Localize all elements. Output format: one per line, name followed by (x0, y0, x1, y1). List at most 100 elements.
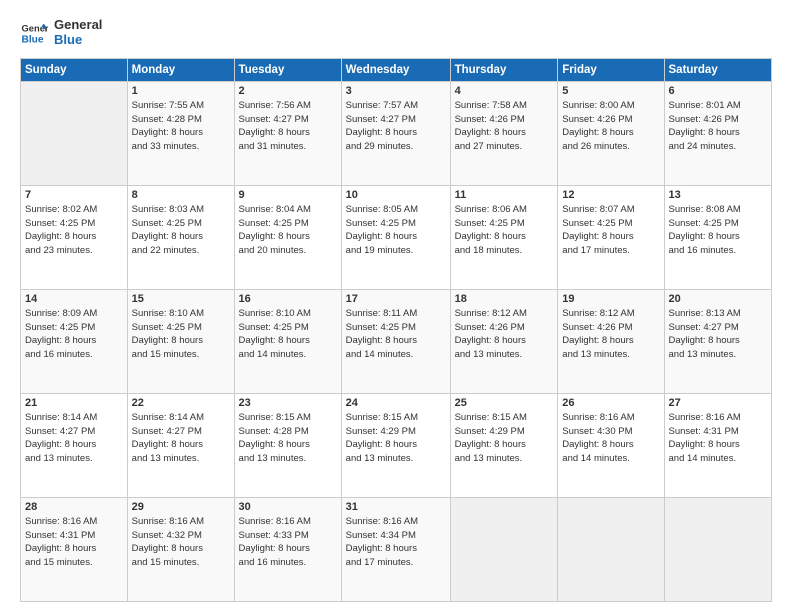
day-number: 31 (346, 501, 446, 513)
weekday-thursday: Thursday (450, 58, 558, 81)
day-number: 26 (562, 397, 659, 409)
day-cell (21, 81, 128, 185)
day-cell: 28Sunrise: 8:16 AM Sunset: 4:31 PM Dayli… (21, 497, 128, 601)
day-cell: 18 Sunrise: 8:12 AM Sunset: 4:26 PM Dayli… (450, 289, 558, 393)
day-info: Sunrise: 8:09 AM Sunset: 4:25 PM Dayligh… (25, 307, 123, 362)
day-number: 3 (346, 85, 446, 97)
day-number: 21 (25, 397, 123, 409)
day-cell: 30 Sunrise: 8:16 AM Sunset: 4:33 PM Dayli… (234, 497, 341, 601)
day-info: Sunrise: 7:58 AM Sunset: 4:26 PM Dayligh… (455, 99, 554, 154)
day-info: Sunrise: 8:06 AM Sunset: 4:25 PM Dayligh… (455, 203, 554, 258)
day-info: Sunrise: 8:12 AM Sunset: 4:26 PM Dayligh… (455, 307, 554, 362)
svg-text:Blue: Blue (22, 34, 44, 45)
day-cell: 15Sunrise: 8:10 AM Sunset: 4:25 PM Dayli… (127, 289, 234, 393)
day-cell: 3 Sunrise: 7:57 AM Sunset: 4:27 PM Daylig… (341, 81, 450, 185)
day-info: Sunrise: 8:10 AM Sunset: 4:25 PM Dayligh… (239, 307, 337, 362)
day-cell: 11 Sunrise: 8:06 AM Sunset: 4:25 PM Dayli… (450, 185, 558, 289)
day-cell: 20Sunrise: 8:13 AM Sunset: 4:27 PM Dayli… (664, 289, 772, 393)
day-info: Sunrise: 8:14 AM Sunset: 4:27 PM Dayligh… (132, 411, 230, 466)
week-row-4: 21 Sunrise: 8:14 AM Sunset: 4:27 PM Dayli… (21, 393, 772, 497)
logo-blue: Blue (54, 33, 102, 48)
day-number: 17 (346, 293, 446, 305)
day-number: 22 (132, 397, 230, 409)
day-cell: 29 Sunrise: 8:16 AM Sunset: 4:32 PM Dayli… (127, 497, 234, 601)
weekday-header: SundayMondayTuesdayWednesdayThursdayFrid… (21, 58, 772, 81)
day-number: 27 (669, 397, 768, 409)
day-info: Sunrise: 7:55 AM Sunset: 4:28 PM Dayligh… (132, 99, 230, 154)
day-number: 1 (132, 85, 230, 97)
day-number: 25 (455, 397, 554, 409)
day-number: 9 (239, 189, 337, 201)
weekday-friday: Friday (558, 58, 664, 81)
day-cell: 23Sunrise: 8:15 AM Sunset: 4:28 PM Dayli… (234, 393, 341, 497)
day-info: Sunrise: 8:00 AM Sunset: 4:26 PM Dayligh… (562, 99, 659, 154)
day-info: Sunrise: 8:16 AM Sunset: 4:34 PM Dayligh… (346, 515, 446, 570)
week-row-3: 14Sunrise: 8:09 AM Sunset: 4:25 PM Dayli… (21, 289, 772, 393)
day-cell: 26 Sunrise: 8:16 AM Sunset: 4:30 PM Dayli… (558, 393, 664, 497)
day-info: Sunrise: 8:16 AM Sunset: 4:30 PM Dayligh… (562, 411, 659, 466)
logo-general: General (54, 18, 102, 33)
day-number: 24 (346, 397, 446, 409)
day-info: Sunrise: 8:03 AM Sunset: 4:25 PM Dayligh… (132, 203, 230, 258)
week-row-2: 7 Sunrise: 8:02 AM Sunset: 4:25 PM Daylig… (21, 185, 772, 289)
day-info: Sunrise: 8:10 AM Sunset: 4:25 PM Dayligh… (132, 307, 230, 362)
week-row-5: 28Sunrise: 8:16 AM Sunset: 4:31 PM Dayli… (21, 497, 772, 601)
day-info: Sunrise: 8:15 AM Sunset: 4:29 PM Dayligh… (455, 411, 554, 466)
day-info: Sunrise: 7:57 AM Sunset: 4:27 PM Dayligh… (346, 99, 446, 154)
day-info: Sunrise: 8:13 AM Sunset: 4:27 PM Dayligh… (669, 307, 768, 362)
day-cell: 25 Sunrise: 8:15 AM Sunset: 4:29 PM Dayli… (450, 393, 558, 497)
day-cell (450, 497, 558, 601)
day-cell (664, 497, 772, 601)
day-info: Sunrise: 8:14 AM Sunset: 4:27 PM Dayligh… (25, 411, 123, 466)
day-number: 29 (132, 501, 230, 513)
day-number: 28 (25, 501, 123, 513)
day-number: 19 (562, 293, 659, 305)
day-number: 13 (669, 189, 768, 201)
day-number: 2 (239, 85, 337, 97)
calendar-body: 1 Sunrise: 7:55 AM Sunset: 4:28 PM Daylig… (21, 81, 772, 601)
weekday-wednesday: Wednesday (341, 58, 450, 81)
day-info: Sunrise: 8:16 AM Sunset: 4:33 PM Dayligh… (239, 515, 337, 570)
day-cell: 2 Sunrise: 7:56 AM Sunset: 4:27 PM Daylig… (234, 81, 341, 185)
day-info: Sunrise: 8:12 AM Sunset: 4:26 PM Dayligh… (562, 307, 659, 362)
day-info: Sunrise: 8:16 AM Sunset: 4:31 PM Dayligh… (669, 411, 768, 466)
day-info: Sunrise: 7:56 AM Sunset: 4:27 PM Dayligh… (239, 99, 337, 154)
day-info: Sunrise: 8:04 AM Sunset: 4:25 PM Dayligh… (239, 203, 337, 258)
day-cell: 19 Sunrise: 8:12 AM Sunset: 4:26 PM Dayli… (558, 289, 664, 393)
day-cell: 6 Sunrise: 8:01 AM Sunset: 4:26 PM Daylig… (664, 81, 772, 185)
header: General Blue General Blue (20, 18, 772, 48)
day-number: 7 (25, 189, 123, 201)
day-number: 4 (455, 85, 554, 97)
day-info: Sunrise: 8:05 AM Sunset: 4:25 PM Dayligh… (346, 203, 446, 258)
weekday-sunday: Sunday (21, 58, 128, 81)
day-cell: 9 Sunrise: 8:04 AM Sunset: 4:25 PM Daylig… (234, 185, 341, 289)
day-number: 12 (562, 189, 659, 201)
day-cell: 10Sunrise: 8:05 AM Sunset: 4:25 PM Dayli… (341, 185, 450, 289)
day-cell: 14Sunrise: 8:09 AM Sunset: 4:25 PM Dayli… (21, 289, 128, 393)
calendar-table: SundayMondayTuesdayWednesdayThursdayFrid… (20, 58, 772, 602)
day-cell: 16 Sunrise: 8:10 AM Sunset: 4:25 PM Dayli… (234, 289, 341, 393)
day-number: 23 (239, 397, 337, 409)
day-number: 16 (239, 293, 337, 305)
day-number: 11 (455, 189, 554, 201)
day-cell: 4 Sunrise: 7:58 AM Sunset: 4:26 PM Daylig… (450, 81, 558, 185)
day-number: 30 (239, 501, 337, 513)
day-number: 5 (562, 85, 659, 97)
day-info: Sunrise: 8:15 AM Sunset: 4:29 PM Dayligh… (346, 411, 446, 466)
day-info: Sunrise: 8:08 AM Sunset: 4:25 PM Dayligh… (669, 203, 768, 258)
day-info: Sunrise: 8:07 AM Sunset: 4:25 PM Dayligh… (562, 203, 659, 258)
day-cell: 27 Sunrise: 8:16 AM Sunset: 4:31 PM Dayli… (664, 393, 772, 497)
day-info: Sunrise: 8:01 AM Sunset: 4:26 PM Dayligh… (669, 99, 768, 154)
day-cell: 31 Sunrise: 8:16 AM Sunset: 4:34 PM Dayli… (341, 497, 450, 601)
day-number: 6 (669, 85, 768, 97)
day-number: 8 (132, 189, 230, 201)
day-number: 18 (455, 293, 554, 305)
day-cell: 22 Sunrise: 8:14 AM Sunset: 4:27 PM Dayli… (127, 393, 234, 497)
day-info: Sunrise: 8:16 AM Sunset: 4:32 PM Dayligh… (132, 515, 230, 570)
day-cell: 17Sunrise: 8:11 AM Sunset: 4:25 PM Dayli… (341, 289, 450, 393)
weekday-monday: Monday (127, 58, 234, 81)
day-cell: 5 Sunrise: 8:00 AM Sunset: 4:26 PM Daylig… (558, 81, 664, 185)
day-cell: 8 Sunrise: 8:03 AM Sunset: 4:25 PM Daylig… (127, 185, 234, 289)
day-info: Sunrise: 8:02 AM Sunset: 4:25 PM Dayligh… (25, 203, 123, 258)
day-cell: 24 Sunrise: 8:15 AM Sunset: 4:29 PM Dayli… (341, 393, 450, 497)
